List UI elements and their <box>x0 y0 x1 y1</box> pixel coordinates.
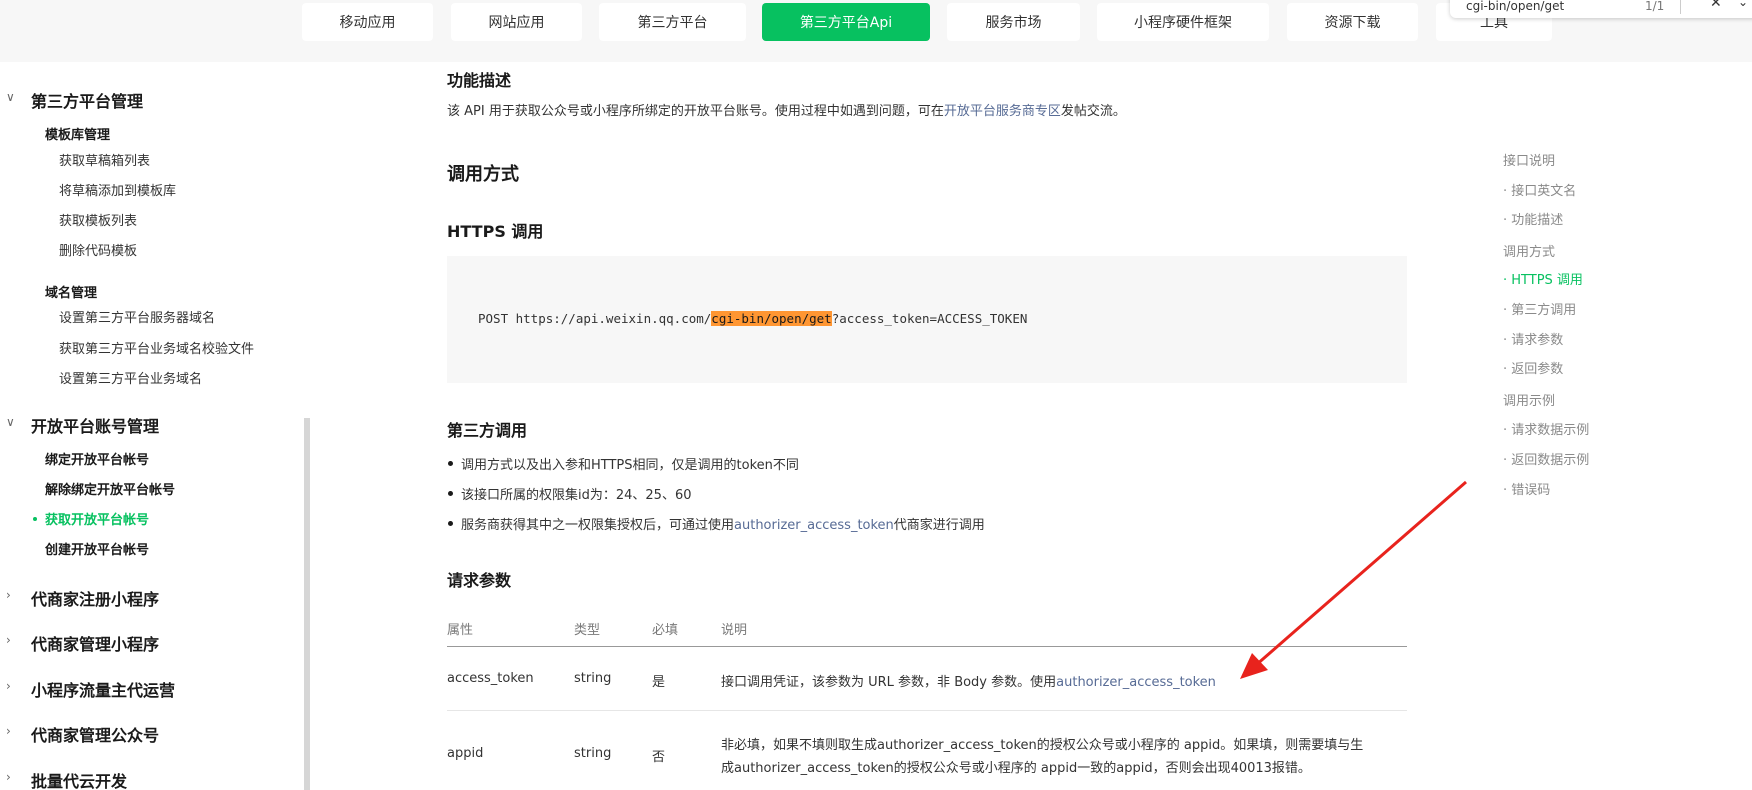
active-dot <box>33 517 37 521</box>
sidebar-item[interactable]: 设置第三方平台业务域名 <box>59 368 202 387</box>
chevron-right-icon: › <box>6 724 11 738</box>
table-header: 属性 <box>447 623 474 638</box>
desc-text: 发帖交流。 <box>1060 104 1126 119</box>
table-header: 说明 <box>721 623 748 638</box>
sidebar-item-bind-account[interactable]: 绑定开放平台帐号 <box>45 449 149 468</box>
sidebar-item[interactable]: 删除代码模板 <box>59 240 137 259</box>
table-cell: string <box>574 671 612 686</box>
find-bar: cgi-bin/open/get 1/1 ✕ ⌄ <box>1450 0 1752 18</box>
sidebar-group-domain: 域名管理 <box>45 286 98 301</box>
sidebar-item[interactable]: 设置第三方平台服务器域名 <box>59 307 215 326</box>
list-text: 代商家进行调用 <box>893 518 985 533</box>
table-cell: 否 <box>652 750 666 765</box>
tab-downloads[interactable]: 资源下载 <box>1287 3 1418 41</box>
toc-item[interactable]: 请求参数 <box>1503 329 1563 348</box>
chevron-down-icon[interactable]: ⌄ <box>1738 0 1748 9</box>
find-input[interactable]: cgi-bin/open/get <box>1466 0 1564 13</box>
row-divider <box>447 710 1407 711</box>
toc-item[interactable]: 请求数据示例 <box>1503 419 1589 438</box>
section-title-call: 调用方式 <box>447 164 519 185</box>
tab-service-market[interactable]: 服务市场 <box>947 3 1080 41</box>
table-header: 必填 <box>652 623 679 638</box>
tab-hardware-framework[interactable]: 小程序硬件框架 <box>1097 3 1269 41</box>
code-text: POST https://api.weixin.qq.com/ <box>478 311 712 326</box>
table-cell: string <box>574 746 612 761</box>
function-description: 该 API 用于获取公众号或小程序所绑定的开放平台账号。使用过程中如遇到问题，可… <box>447 100 1126 119</box>
chevron-right-icon: › <box>6 588 11 602</box>
toc-item[interactable]: 调用示例 <box>1503 390 1555 409</box>
cell-text: 接口调用凭证，该参数为 URL 参数，非 Body 参数。使用 <box>721 675 1057 690</box>
find-divider <box>1680 0 1681 14</box>
toc-item[interactable]: 接口英文名 <box>1503 180 1576 199</box>
section-title-request-params: 请求参数 <box>447 571 512 590</box>
table-cell: 成authorizer_access_token的授权公众号或小程序的 appi… <box>721 761 1311 776</box>
annotation-arrow <box>1240 480 1467 679</box>
desc-text: 该 API 用于获取公众号或小程序所绑定的开放平台账号。使用过程中如遇到问题，可… <box>447 104 944 119</box>
toc-item[interactable]: 返回数据示例 <box>1503 449 1589 468</box>
toc-item[interactable]: 接口说明 <box>1503 150 1555 169</box>
section-title-function: 功能描述 <box>447 71 512 90</box>
chevron-right-icon: › <box>6 770 11 784</box>
toc-item[interactable]: 返回参数 <box>1503 358 1563 377</box>
sidebar-item-get-account[interactable]: 获取开放平台帐号 <box>45 509 149 528</box>
code-text: ?access_token=ACCESS_TOKEN <box>831 311 1028 326</box>
sidebar-item-create-account[interactable]: 创建开放平台帐号 <box>45 539 149 558</box>
list-text: 服务商获得其中之一权限集授权后，可通过使用 <box>461 518 735 533</box>
code-line: POST https://api.weixin.qq.com/cgi-bin/o… <box>478 311 1027 326</box>
search-highlight: cgi-bin/open/get <box>711 311 832 326</box>
table-cell: 非必填，如果不填则取生成authorizer_access_token的授权公众… <box>721 738 1364 753</box>
tab-third-party-api[interactable]: 第三方平台Api <box>762 3 930 41</box>
sidebar-item[interactable]: 获取草稿箱列表 <box>59 150 150 169</box>
tab-website-app[interactable]: 网站应用 <box>451 3 582 41</box>
code-block: POST https://api.weixin.qq.com/cgi-bin/o… <box>447 256 1407 383</box>
chevron-right-icon: › <box>6 633 11 647</box>
tab-mobile-app[interactable]: 移动应用 <box>302 3 433 41</box>
forum-link[interactable]: 开放平台服务商专区 <box>944 104 1061 119</box>
table-cell: 接口调用凭证，该参数为 URL 参数，非 Body 参数。使用authorize… <box>721 671 1216 690</box>
toc-item[interactable]: 功能描述 <box>1503 209 1563 228</box>
authorizer-token-link[interactable]: authorizer_access_token <box>1056 675 1216 690</box>
sidebar-scrollbar[interactable] <box>304 418 310 790</box>
table-header: 类型 <box>574 623 601 638</box>
section-title-https: HTTPS 调用 <box>447 222 544 241</box>
list-item: 调用方式以及出入参和HTTPS相同，仅是调用的token不同 <box>448 454 799 473</box>
sidebar-group-template: 模板库管理 <box>45 128 111 143</box>
toc-item-active[interactable]: HTTPS 调用 <box>1503 269 1583 288</box>
sidebar-item-unbind-account[interactable]: 解除绑定开放平台帐号 <box>45 479 175 498</box>
sidebar-item[interactable]: 将草稿添加到模板库 <box>59 180 176 199</box>
chevron-right-icon: › <box>6 679 11 693</box>
close-icon[interactable]: ✕ <box>1710 0 1722 11</box>
sidebar-item[interactable]: 获取模板列表 <box>59 210 137 229</box>
chevron-down-icon: ∨ <box>6 415 15 429</box>
table-cell: 是 <box>652 675 666 690</box>
toc-item[interactable]: 错误码 <box>1503 479 1550 498</box>
sidebar-item[interactable]: 获取第三方平台业务域名校验文件 <box>59 338 254 357</box>
section-title-third-party: 第三方调用 <box>447 421 528 440</box>
toc-item[interactable]: 第三方调用 <box>1503 299 1576 318</box>
table-cell: appid <box>447 746 484 761</box>
chevron-down-icon: ∨ <box>6 90 15 104</box>
tab-third-party[interactable]: 第三方平台 <box>599 3 746 41</box>
list-item: 服务商获得其中之一权限集授权后，可通过使用authorizer_access_t… <box>448 514 985 533</box>
authorizer-token-link[interactable]: authorizer_access_token <box>734 518 894 533</box>
find-count: 1/1 <box>1645 0 1665 13</box>
toc-item[interactable]: 调用方式 <box>1503 241 1555 260</box>
list-item: 该接口所属的权限集id为：24、25、60 <box>448 484 692 503</box>
table-cell: access_token <box>447 671 534 686</box>
